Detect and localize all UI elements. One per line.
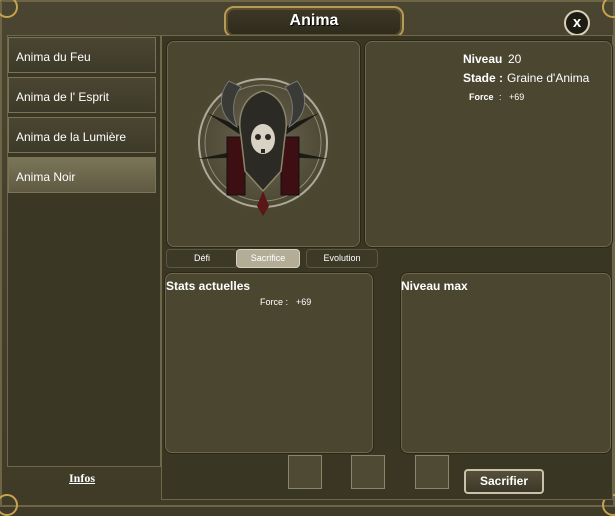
infos-link[interactable]: Infos <box>69 471 95 486</box>
stade-label: Stade : <box>463 71 504 85</box>
force-label: Force <box>469 92 494 102</box>
title-bar: Anima <box>224 6 404 38</box>
anima-emblem-icon <box>187 67 339 219</box>
stats-force-value: +69 <box>296 297 312 307</box>
force-value: +69 <box>509 92 525 102</box>
sacrifice-slot-3[interactable] <box>415 455 449 489</box>
niveau-label: Niveau <box>463 52 503 66</box>
sacrifice-button[interactable]: Sacrifier <box>464 469 544 494</box>
stats-force-label: Force : <box>260 297 289 307</box>
anima-window: Anima x Anima du Feu Anima de l' Esprit … <box>0 0 615 516</box>
window-title: Anima <box>289 12 339 29</box>
ornament-top-right-icon <box>602 0 615 18</box>
sidebar-item-anima-du-feu[interactable]: Anima du Feu <box>8 37 156 73</box>
tab-evolution[interactable]: Evolution <box>306 249 378 268</box>
close-button[interactable]: x <box>564 10 590 36</box>
ornament-top-left-icon <box>0 0 18 18</box>
max-level-panel <box>400 272 612 454</box>
anima-portrait-panel <box>166 40 361 248</box>
max-level-title: Niveau max <box>401 279 468 293</box>
force-separator: : <box>499 92 502 102</box>
sidebar-item-anima-noir[interactable]: Anima Noir <box>8 157 156 193</box>
sacrifice-slot-1[interactable] <box>288 455 322 489</box>
tab-defi[interactable]: Défi <box>166 249 238 268</box>
sidebar-item-anima-de-l-esprit[interactable]: Anima de l' Esprit <box>8 77 156 113</box>
sidebar-item-anima-de-la-lumiere[interactable]: Anima de la Lumière <box>8 117 156 153</box>
current-stats-title: Stats actuelles <box>166 279 251 293</box>
niveau-value: 20 <box>508 52 522 66</box>
ornament-bottom-left-icon <box>0 494 18 516</box>
sacrifice-slot-2[interactable] <box>351 455 385 489</box>
tab-sacrifice[interactable]: Sacrifice <box>236 249 300 268</box>
stade-value: Graine d'Anima <box>507 71 590 85</box>
